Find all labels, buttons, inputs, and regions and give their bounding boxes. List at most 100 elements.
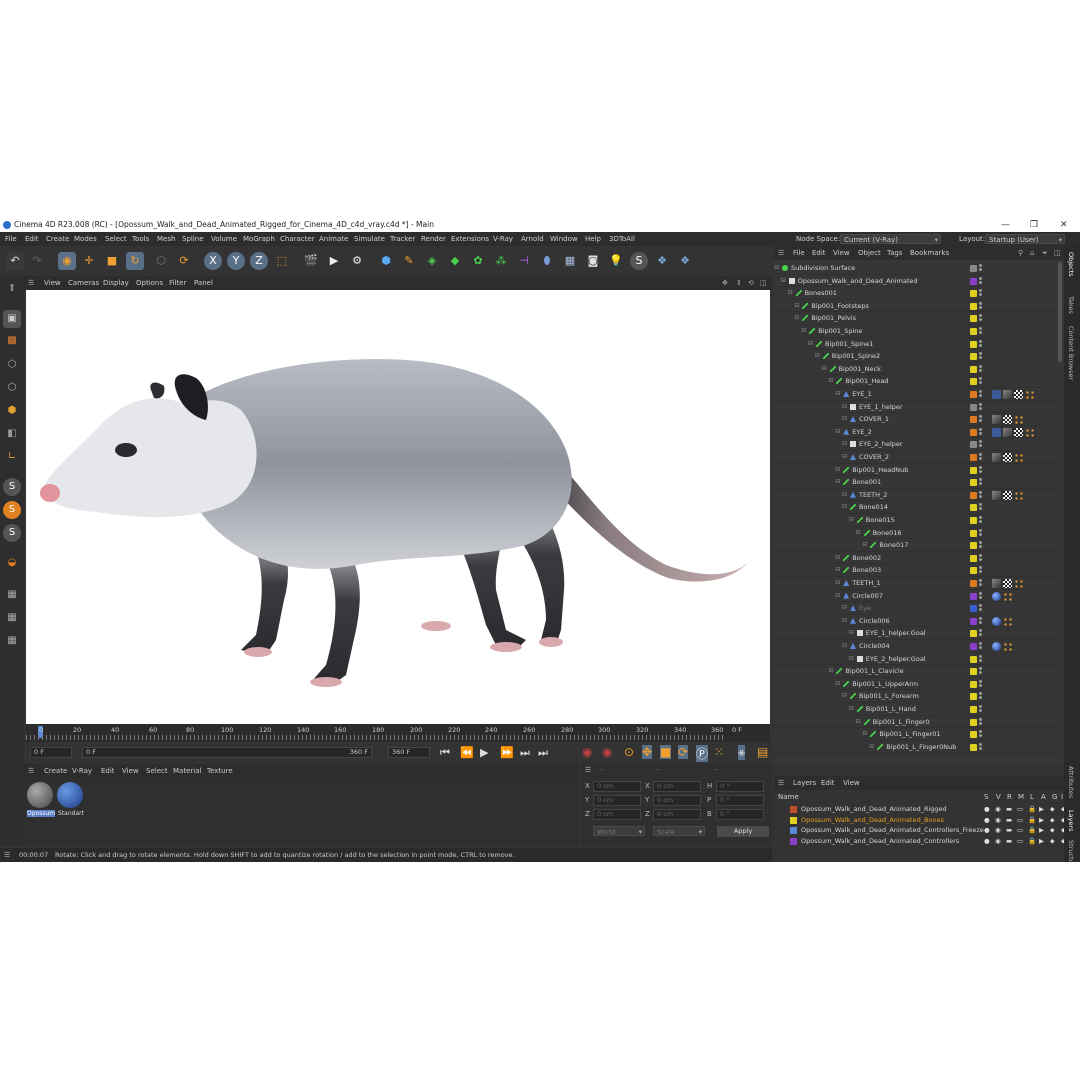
- workplane-icon[interactable]: ▦: [3, 586, 21, 604]
- visibility-dots-icon[interactable]: [979, 579, 982, 587]
- node-space-dropdown[interactable]: Current (V-Ray): [840, 234, 941, 245]
- visibility-dots-icon[interactable]: [979, 490, 982, 499]
- layer-color-swatch[interactable]: [970, 391, 977, 398]
- autokey-icon[interactable]: ◉: [602, 745, 612, 759]
- viewport[interactable]: [26, 290, 770, 724]
- material-menu-texture[interactable]: Texture: [207, 764, 233, 778]
- menu-spline[interactable]: Spline: [182, 232, 204, 246]
- deformer-icon[interactable]: ⊣: [515, 252, 533, 270]
- expand-toggle-icon[interactable]: ⊟: [835, 590, 840, 603]
- material-opossum[interactable]: Opossum: [27, 782, 55, 822]
- object-menu-bookmarks[interactable]: Bookmarks: [910, 246, 949, 260]
- lock-icon[interactable]: 🔒: [1028, 815, 1036, 826]
- menu-mograph[interactable]: MoGraph: [243, 232, 275, 246]
- object-row[interactable]: ⊟ TEETH_1: [774, 577, 1056, 590]
- expand-toggle-icon[interactable]: ⊟: [842, 602, 847, 615]
- start-frame-field[interactable]: 0 F: [30, 747, 72, 758]
- menu-tools[interactable]: Tools: [132, 232, 149, 246]
- phong-tag-icon[interactable]: [992, 453, 1001, 462]
- menu-extensions[interactable]: Extensions: [451, 232, 489, 246]
- layer-color-swatch[interactable]: [970, 554, 977, 562]
- object-menu-view[interactable]: View: [833, 246, 850, 260]
- manager-icon[interactable]: ▭: [1017, 804, 1023, 815]
- layer-row[interactable]: Opossum_Walk_and_Dead_Animated_Controlle…: [774, 836, 1066, 847]
- visibility-dots-icon[interactable]: [979, 654, 982, 663]
- phong-tag-icon[interactable]: [992, 415, 1001, 425]
- layer-color-swatch[interactable]: [970, 378, 977, 386]
- dots-tag-icon[interactable]: [1025, 427, 1034, 437]
- go-to-start-icon[interactable]: ⏮: [440, 746, 450, 760]
- object-row[interactable]: ⊟ Bone002: [774, 552, 1056, 565]
- constraint-tag-icon[interactable]: [992, 427, 1001, 437]
- model-mode-icon[interactable]: ▣: [3, 310, 21, 328]
- generator-icon[interactable]: ⬥: [1050, 836, 1055, 847]
- dots-tag-icon[interactable]: [1003, 591, 1012, 601]
- points-mode-icon[interactable]: ⬡: [3, 356, 21, 374]
- visibility-dots-icon[interactable]: [979, 730, 982, 738]
- rot-h-field[interactable]: 0 °: [716, 781, 764, 792]
- object-row[interactable]: ⊟ Bip001_L_UpperArm: [774, 678, 1056, 691]
- menu-window[interactable]: Window: [550, 232, 578, 246]
- viewport-menu-view[interactable]: View: [44, 276, 61, 290]
- dots-tag-icon[interactable]: [1014, 453, 1023, 462]
- layer-color-swatch[interactable]: [970, 302, 977, 310]
- close-button[interactable]: ✕: [1060, 218, 1068, 232]
- menu-volume[interactable]: Volume: [211, 232, 237, 246]
- expand-toggle-icon[interactable]: ⊟: [808, 338, 813, 351]
- expand-toggle-icon[interactable]: ⊟: [842, 401, 847, 414]
- object-menu-edit[interactable]: Edit: [812, 246, 826, 260]
- layer-color-swatch[interactable]: [970, 403, 977, 411]
- solo-icon[interactable]: S: [3, 478, 21, 496]
- key-position-icon[interactable]: ✥: [642, 745, 653, 759]
- expand-toggle-icon[interactable]: ⊟: [849, 703, 854, 716]
- visibility-dots-icon[interactable]: [979, 604, 982, 612]
- viewport-menu-cameras[interactable]: Cameras: [68, 276, 99, 290]
- render-icon[interactable]: ▬: [1006, 815, 1012, 826]
- object-row[interactable]: ⊟ EYE_1_helper.Goal: [774, 627, 1056, 640]
- menu-mesh[interactable]: Mesh: [157, 232, 175, 246]
- uv-mode-icon[interactable]: ◧: [3, 425, 21, 443]
- render-picture-viewer-icon[interactable]: ▶: [325, 252, 343, 270]
- menu-animate[interactable]: Animate: [319, 232, 348, 246]
- layout-dropdown[interactable]: Startup (User): [985, 234, 1065, 245]
- layer-color-swatch[interactable]: [970, 328, 977, 335]
- expand-toggle-icon[interactable]: ⊟: [842, 690, 847, 703]
- expand-toggle-icon[interactable]: ⊟: [835, 564, 840, 577]
- object-row[interactable]: ⊟ Bip001_Spine: [774, 325, 1056, 338]
- undo-icon[interactable]: ↶: [6, 252, 24, 270]
- object-row[interactable]: ⊟ Bip001_L_Clavicle: [774, 665, 1056, 678]
- minimize-button[interactable]: —: [1001, 218, 1010, 232]
- expand-toggle-icon[interactable]: ⊟: [849, 514, 854, 527]
- visibility-dots-icon[interactable]: [979, 616, 982, 625]
- object-hamburger-icon[interactable]: ☰: [778, 246, 784, 260]
- layer-color-swatch[interactable]: [970, 479, 977, 487]
- dots-tag-icon[interactable]: [1003, 616, 1012, 626]
- layer-color-swatch[interactable]: [970, 693, 977, 701]
- expand-toggle-icon[interactable]: ⊟: [842, 640, 847, 653]
- object-row[interactable]: ⊟ EYE_2_helper.Goal: [774, 653, 1056, 666]
- lock-icon[interactable]: 🔒: [1028, 804, 1036, 815]
- object-search-icon[interactable]: ⚲: [1018, 246, 1023, 260]
- object-row[interactable]: ⊟ Bip001_Head: [774, 375, 1056, 388]
- expand-toggle-icon[interactable]: ⊟: [856, 716, 861, 729]
- go-to-end-icon[interactable]: ⏭: [520, 746, 530, 760]
- axis-mode-icon[interactable]: ∟: [3, 448, 21, 466]
- layer-color-swatch[interactable]: [970, 290, 977, 298]
- visibility-dots-icon[interactable]: [979, 528, 982, 537]
- rot-b-field[interactable]: 0 °: [716, 809, 764, 820]
- object-row[interactable]: ⊟ Bip001_L_Finger01: [774, 728, 1056, 741]
- visibility-dots-icon[interactable]: [979, 314, 982, 322]
- expand-toggle-icon[interactable]: ⊟: [862, 728, 867, 741]
- visibility-dots-icon[interactable]: [979, 465, 982, 474]
- expand-toggle-icon[interactable]: ⊟: [794, 312, 799, 325]
- material-menu-material[interactable]: Material: [173, 764, 201, 778]
- expand-toggle-icon[interactable]: ⊟: [842, 451, 847, 464]
- object-row[interactable]: ⊟ Bone001: [774, 476, 1056, 489]
- object-row[interactable]: ⊟ Bone003: [774, 564, 1056, 577]
- axis-y-icon[interactable]: Y: [227, 252, 245, 270]
- visibility-dots-icon[interactable]: [979, 566, 982, 574]
- render-icon[interactable]: ▬: [1006, 804, 1012, 815]
- pos-y-field[interactable]: 0 cm: [593, 795, 641, 806]
- layer-row[interactable]: Opossum_Walk_and_Dead_Animated_Bones ● ◉ ▬ ▭…: [774, 815, 1066, 826]
- recent-tools-icon[interactable]: ⬡: [152, 252, 170, 270]
